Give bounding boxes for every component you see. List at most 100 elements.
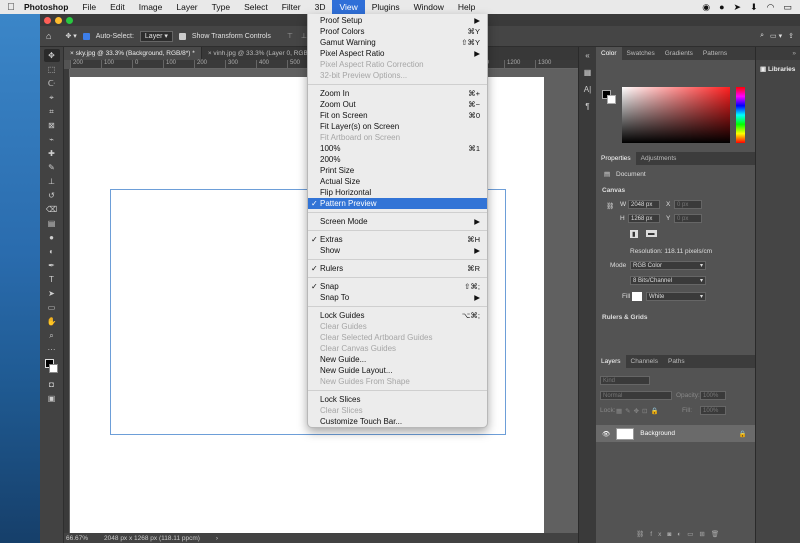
- auto-select-dropdown[interactable]: Layer ▾: [139, 30, 173, 42]
- tab-swatches[interactable]: Swatches: [622, 47, 660, 60]
- quick-mask-icon[interactable]: ◘: [44, 378, 60, 391]
- menu-item-200[interactable]: 200%: [308, 154, 487, 165]
- menu-app-name[interactable]: Photoshop: [22, 0, 75, 14]
- menu-plugins[interactable]: Plugins: [365, 0, 407, 14]
- blur-tool-icon[interactable]: ●: [44, 231, 60, 244]
- eyedropper-tool-icon[interactable]: ⌁: [44, 133, 60, 146]
- type-tool-icon[interactable]: T: [44, 273, 60, 286]
- height-field[interactable]: 1268 px: [628, 214, 660, 223]
- menu-view[interactable]: View: [332, 0, 365, 14]
- menu-window[interactable]: Window: [407, 0, 451, 14]
- fill-opacity-field[interactable]: 100%: [700, 406, 726, 415]
- menu-item-snap[interactable]: ✓ Snap ⇧⌘;: [308, 281, 487, 292]
- wifi-icon[interactable]: ◠: [767, 2, 775, 13]
- bits-dropdown[interactable]: 8 Bits/Channel ▾: [630, 276, 706, 285]
- link-layers-icon[interactable]: ⛓: [636, 531, 650, 538]
- menu-item-print-size[interactable]: Print Size: [308, 165, 487, 176]
- move-tool-icon[interactable]: ✥ ▾: [65, 32, 76, 40]
- close-window-button[interactable]: [44, 16, 51, 24]
- visibility-eye-icon[interactable]: 👁: [602, 430, 610, 438]
- quick-select-tool-icon[interactable]: ⌖: [44, 91, 60, 104]
- menu-help[interactable]: Help: [451, 0, 482, 14]
- lasso-tool-icon[interactable]: ᑢ: [44, 77, 60, 90]
- layer-filter-dropdown[interactable]: Kind: [600, 376, 650, 385]
- menu-item-zoom-in[interactable]: Zoom In ⌘+: [308, 88, 487, 99]
- status-arrow-icon[interactable]: ›: [216, 535, 218, 542]
- menu-edit[interactable]: Edit: [103, 0, 132, 14]
- menu-3d[interactable]: 3D: [308, 0, 333, 14]
- menu-item-extras[interactable]: ✓ Extras ⌘H: [308, 234, 487, 245]
- fx-icon[interactable]: fx: [650, 531, 667, 538]
- y-field[interactable]: 0 px: [674, 214, 702, 223]
- width-field[interactable]: 2048 px: [628, 200, 660, 209]
- tab-sky[interactable]: × sky.jpg @ 33.3% (Background, RGB/8*) *: [64, 47, 202, 60]
- menu-item-lock-slices[interactable]: Lock Slices: [308, 394, 487, 405]
- move-tool-icon[interactable]: ✥: [43, 49, 60, 62]
- share-icon[interactable]: ⇪: [788, 32, 800, 40]
- collapse-icon[interactable]: «: [585, 51, 589, 60]
- menu-item-customize-touch-bar[interactable]: Customize Touch Bar...: [308, 416, 487, 427]
- portrait-icon[interactable]: ▮: [630, 230, 638, 238]
- screen-mode-icon[interactable]: ▣: [44, 392, 60, 405]
- rulers-grids-section[interactable]: Rulers & Grids: [602, 314, 648, 321]
- tab-properties[interactable]: Properties: [596, 152, 636, 165]
- mask-icon[interactable]: ◙: [667, 531, 677, 538]
- menu-filter[interactable]: Filter: [275, 0, 308, 14]
- collapse-right-icon[interactable]: »: [756, 47, 800, 60]
- brush-tool-icon[interactable]: ✎: [44, 161, 60, 174]
- group-icon[interactable]: ▭: [687, 531, 699, 538]
- menu-item-new-guide-layout[interactable]: New Guide Layout...: [308, 365, 487, 376]
- location-icon[interactable]: ➤: [734, 2, 742, 13]
- adjustment-icon[interactable]: ◐: [677, 531, 687, 538]
- pen-tool-icon[interactable]: ✒: [44, 259, 60, 272]
- new-layer-icon[interactable]: ⊞: [699, 531, 710, 538]
- workspace-icon[interactable]: ▭ ▾: [770, 32, 782, 40]
- x-field[interactable]: 0 px: [674, 200, 702, 209]
- menu-item-fit-on-screen[interactable]: Fit on Screen ⌘0: [308, 110, 487, 121]
- tab-color[interactable]: Color: [596, 47, 622, 60]
- menu-item-snap-to[interactable]: Snap To ▶: [308, 292, 487, 303]
- frame-tool-icon[interactable]: ⊠: [44, 119, 60, 132]
- creative-cloud-icon[interactable]: ◉: [702, 2, 710, 13]
- link-icon[interactable]: ⛓: [606, 202, 614, 210]
- apple-icon[interactable]: : [0, 2, 22, 13]
- delete-layer-icon[interactable]: 🗑: [711, 531, 725, 538]
- edit-toolbar-icon[interactable]: ···: [44, 343, 60, 356]
- color-swatches-icon[interactable]: [44, 357, 60, 377]
- marquee-tool-icon[interactable]: ⬚: [44, 63, 60, 76]
- tab-paths[interactable]: Paths: [663, 355, 690, 368]
- dodge-tool-icon[interactable]: ◐: [44, 245, 60, 258]
- character-icon[interactable]: A|: [584, 85, 591, 94]
- menu-item-actual-size[interactable]: Actual Size: [308, 176, 487, 187]
- lock-icons[interactable]: ▦✎✥⊡🔒: [616, 407, 662, 415]
- menu-item-fit-layer-s-on-screen[interactable]: Fit Layer(s) on Screen: [308, 121, 487, 132]
- menu-type[interactable]: Type: [205, 0, 237, 14]
- menu-file[interactable]: File: [75, 0, 103, 14]
- menu-item-rulers[interactable]: ✓ Rulers ⌘R: [308, 263, 487, 274]
- tab-layers[interactable]: Layers: [596, 355, 626, 368]
- opacity-field[interactable]: 100%: [700, 391, 726, 400]
- clone-stamp-tool-icon[interactable]: ⊥: [44, 175, 60, 188]
- crop-tool-icon[interactable]: ⌗: [44, 105, 60, 118]
- messenger-icon[interactable]: ●: [719, 2, 724, 13]
- zoom-tool-icon[interactable]: ⌕: [44, 329, 60, 342]
- landscape-icon[interactable]: ▬: [646, 230, 657, 237]
- zoom-window-button[interactable]: [66, 16, 73, 24]
- menu-item-lock-guides[interactable]: Lock Guides ⌥⌘;: [308, 310, 487, 321]
- fill-dropdown[interactable]: White ▾: [646, 292, 706, 301]
- menu-item-new-guide[interactable]: New Guide...: [308, 354, 487, 365]
- healing-brush-tool-icon[interactable]: ✚: [44, 147, 60, 160]
- paragraph-icon[interactable]: ¶: [585, 102, 589, 111]
- color-field[interactable]: [622, 87, 730, 143]
- home-icon[interactable]: ⌂: [46, 31, 51, 41]
- gradient-tool-icon[interactable]: ▤: [44, 217, 60, 230]
- layer-row-background[interactable]: 👁 Background 🔒: [596, 425, 755, 442]
- menu-layer[interactable]: Layer: [169, 0, 204, 14]
- menu-item-zoom-out[interactable]: Zoom Out ⌘−: [308, 99, 487, 110]
- canvas-section-label[interactable]: Canvas: [602, 187, 625, 194]
- menu-item-100[interactable]: 100% ⌘1: [308, 143, 487, 154]
- tab-channels[interactable]: Channels: [626, 355, 663, 368]
- menu-item-proof-colors[interactable]: Proof Colors ⌘Y: [308, 26, 487, 37]
- layer-name[interactable]: Background: [640, 430, 675, 437]
- minimize-window-button[interactable]: [55, 16, 62, 24]
